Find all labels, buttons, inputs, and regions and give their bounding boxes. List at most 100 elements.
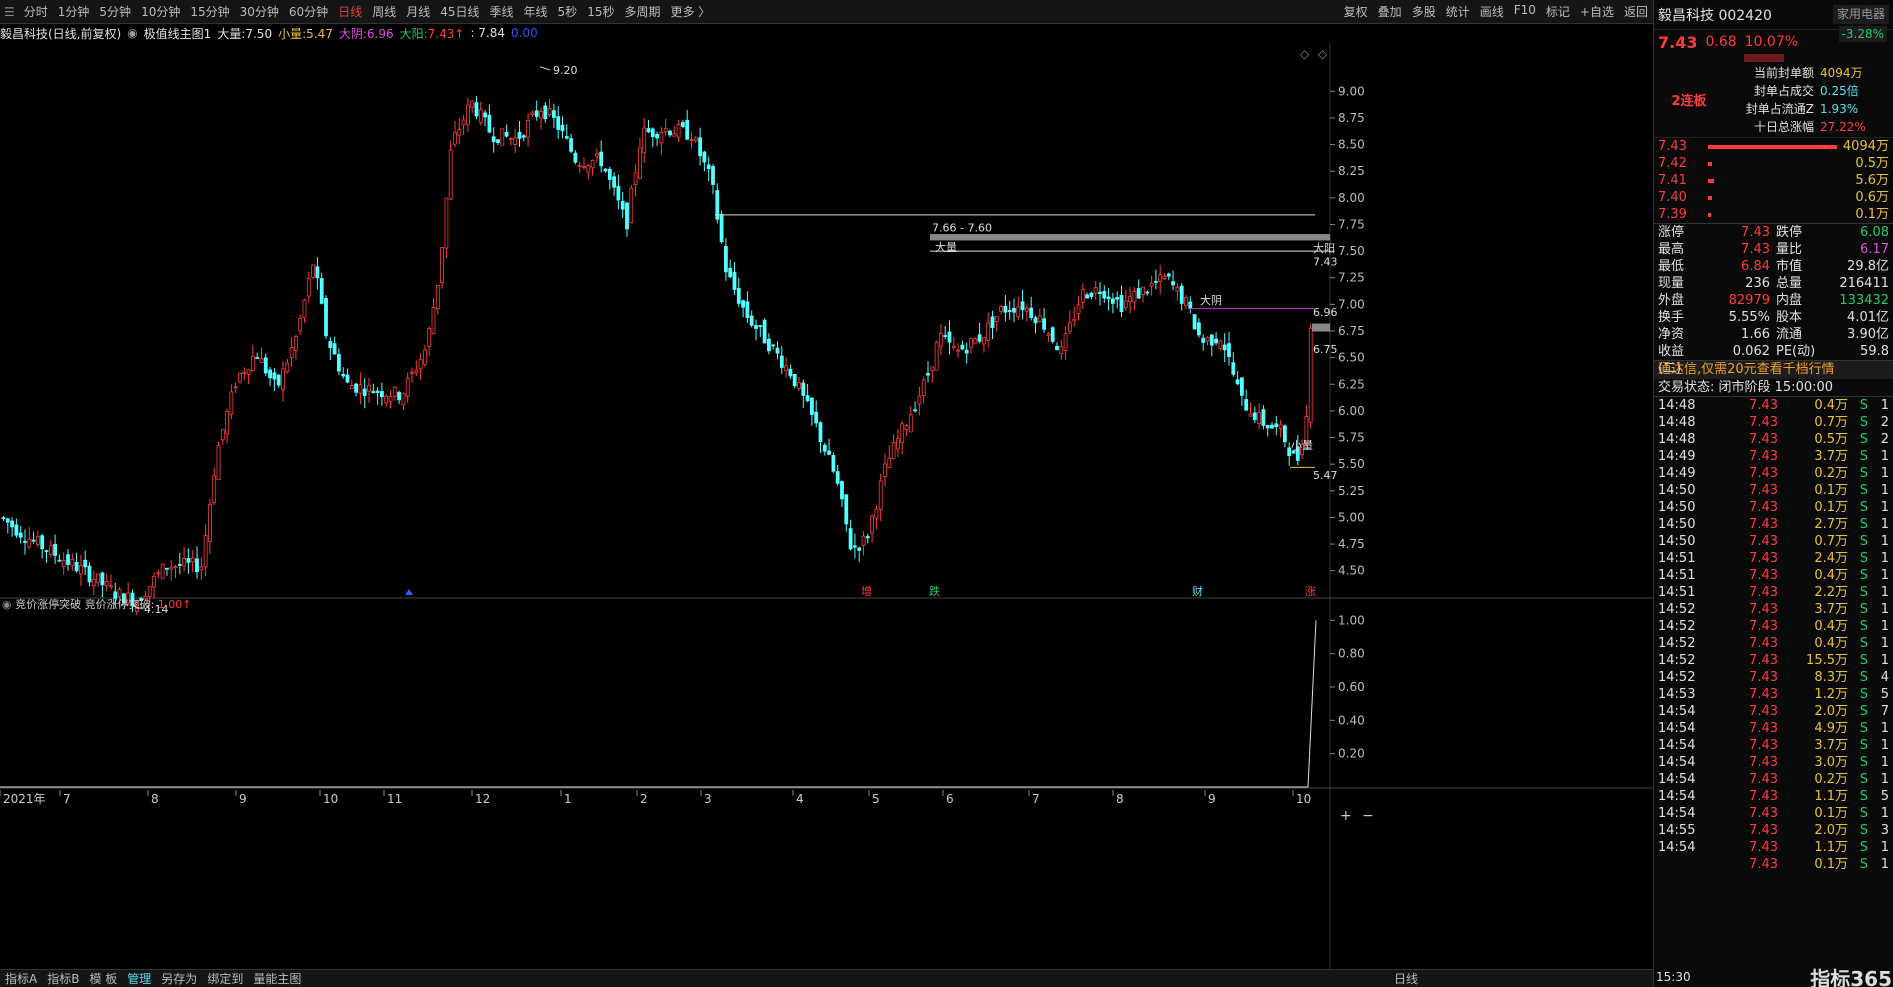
toolbar-action-4[interactable]: 画线	[1475, 3, 1509, 20]
tick-row: 14:54 7.43 0.1万 S 1	[1654, 805, 1893, 822]
sector-box[interactable]: 家用电器	[1832, 5, 1889, 24]
period-tab-13[interactable]: 5秒	[553, 3, 583, 20]
period-tab-9[interactable]: 月线	[401, 3, 435, 20]
tick-count: 2	[1880, 432, 1889, 447]
kline-chart[interactable]: 9.00 8.75 8.50 8.25 8.00 7.75 7.50 7.25 7.00 6.75…	[0, 42, 1653, 969]
tick-row: 14:49 7.43 0.2万 S 1	[1654, 465, 1893, 482]
candle-body	[582, 166, 586, 168]
tick-volume: 0.7万	[1814, 534, 1848, 549]
candle-body	[474, 102, 479, 117]
zoom-in-icon[interactable]: +	[1340, 808, 1352, 824]
candle-body	[225, 411, 230, 435]
period-tab-5[interactable]: 30分钟	[235, 3, 284, 20]
tick-price: 7.43	[1749, 415, 1778, 430]
stats-row: 外盘 82979 内盘 133432	[1654, 292, 1893, 309]
collapse-toggle[interactable]	[1744, 54, 1784, 62]
period-tab-10[interactable]: 45日线	[435, 3, 484, 20]
period-tab-12[interactable]: 年线	[519, 3, 553, 20]
candle-body	[908, 414, 913, 433]
stat-value: 5.55%	[1728, 310, 1770, 325]
period-tab-6[interactable]: 60分钟	[284, 3, 333, 20]
candle-body	[526, 120, 530, 138]
zoom-out-icon[interactable]: −	[1362, 808, 1374, 824]
candle-body	[212, 475, 217, 504]
candle-body	[1227, 343, 1231, 358]
candle-body	[887, 457, 892, 468]
candle-body	[642, 127, 647, 154]
tick-count: 4	[1880, 670, 1889, 685]
candle-body	[719, 214, 724, 243]
book-row: 7.39 0.1万	[1654, 206, 1893, 223]
toolbar-action-0[interactable]: 复权	[1339, 3, 1373, 20]
toolbar-action-7[interactable]: +自选	[1575, 3, 1619, 20]
period-tab-4[interactable]: 15分钟	[185, 3, 234, 20]
tick-side: S	[1859, 772, 1868, 787]
notice-link[interactable]: 通达信,仅需20元查看千档行情	[1658, 361, 1835, 379]
period-tab-0[interactable]: 分时	[19, 3, 53, 20]
level-marker	[1312, 323, 1330, 332]
candle-body	[1020, 301, 1025, 311]
indicator-tab-3[interactable]: 管理	[122, 970, 156, 987]
period-tab-16[interactable]: 更多 〉	[665, 3, 715, 20]
toolbar-action-2[interactable]: 多股	[1407, 3, 1441, 20]
candle-body	[801, 382, 806, 396]
indicator-settings-icon[interactable]: ◉	[127, 26, 137, 40]
candle-body	[195, 558, 199, 573]
toolbar-action-1[interactable]: 叠加	[1373, 3, 1407, 20]
indicator-tab-2[interactable]: 模 板	[84, 970, 122, 987]
candle-body	[900, 423, 905, 444]
tick-row: 14:51 7.43 2.2万 S 1	[1654, 584, 1893, 601]
indicator-tab-6[interactable]: 量能主图	[248, 970, 306, 987]
period-tab-11[interactable]: 季线	[485, 3, 519, 20]
period-tab-1[interactable]: 1分钟	[53, 3, 95, 20]
indicator-name[interactable]: 极值线主图1	[144, 25, 212, 42]
candle-body	[392, 386, 397, 397]
toolbar-action-6[interactable]: 标记	[1541, 3, 1575, 20]
candle-body	[706, 164, 711, 170]
stat-value: 7.43	[1741, 242, 1770, 257]
indicator-tab-5[interactable]: 绑定到	[202, 970, 248, 987]
candle-body	[23, 540, 27, 543]
tick-price: 7.43	[1749, 568, 1778, 583]
candle-body	[199, 566, 204, 571]
mid-value: 6.75	[1313, 343, 1338, 356]
event-mark[interactable]: 财	[1192, 584, 1203, 598]
candle-body	[741, 300, 745, 308]
indicator-tab-1[interactable]: 指标B	[42, 970, 84, 987]
candle-body	[440, 246, 445, 283]
period-tab-14[interactable]: 15秒	[582, 3, 619, 20]
candle-body	[659, 132, 664, 144]
y-tick-label: 8.25	[1338, 164, 1365, 178]
period-button[interactable]: 日线	[1389, 970, 1423, 987]
stat-label: 外盘	[1658, 293, 1685, 308]
toolbar-action-3[interactable]: 统计	[1441, 3, 1475, 20]
toolbar-action-5[interactable]: F10	[1509, 3, 1541, 20]
book-volume: 4094万	[1842, 139, 1889, 154]
period-tab-2[interactable]: 5分钟	[94, 3, 136, 20]
period-tab-15[interactable]: 多周期	[619, 3, 665, 20]
toolbar-menu-icon[interactable]: ☰	[0, 5, 19, 19]
sub-settings-icon: ◉	[2, 598, 15, 611]
candle-body	[336, 354, 341, 372]
event-mark[interactable]: 涨	[1305, 585, 1316, 598]
indicator-tab-0[interactable]: 指标A	[0, 970, 42, 987]
event-mark[interactable]: 增	[861, 584, 872, 598]
y-tick-label: 5.75	[1338, 431, 1365, 445]
stat-label: 内盘	[1776, 293, 1803, 308]
toolbar-action-8[interactable]: 返回	[1619, 3, 1653, 20]
period-tab-3[interactable]: 10分钟	[136, 3, 185, 20]
candle-body	[470, 100, 475, 108]
big-yang-value: 7.43↑	[427, 26, 465, 41]
chart-expand-icon[interactable]: ◇	[1318, 47, 1328, 61]
tick-volume: 0.4万	[1814, 568, 1848, 583]
event-mark[interactable]: 跌	[929, 584, 940, 598]
candle-body	[1093, 287, 1098, 294]
period-tab-7[interactable]: 日线	[333, 3, 367, 20]
candle-body	[311, 264, 316, 278]
tick-price: 7.43	[1749, 585, 1778, 600]
tick-side: S	[1859, 517, 1868, 532]
candle-body	[57, 559, 62, 562]
period-tab-8[interactable]: 周线	[367, 3, 401, 20]
indicator-tab-4[interactable]: 另存为	[156, 970, 202, 987]
chart-diamond-icon[interactable]: ◇	[1300, 47, 1310, 61]
